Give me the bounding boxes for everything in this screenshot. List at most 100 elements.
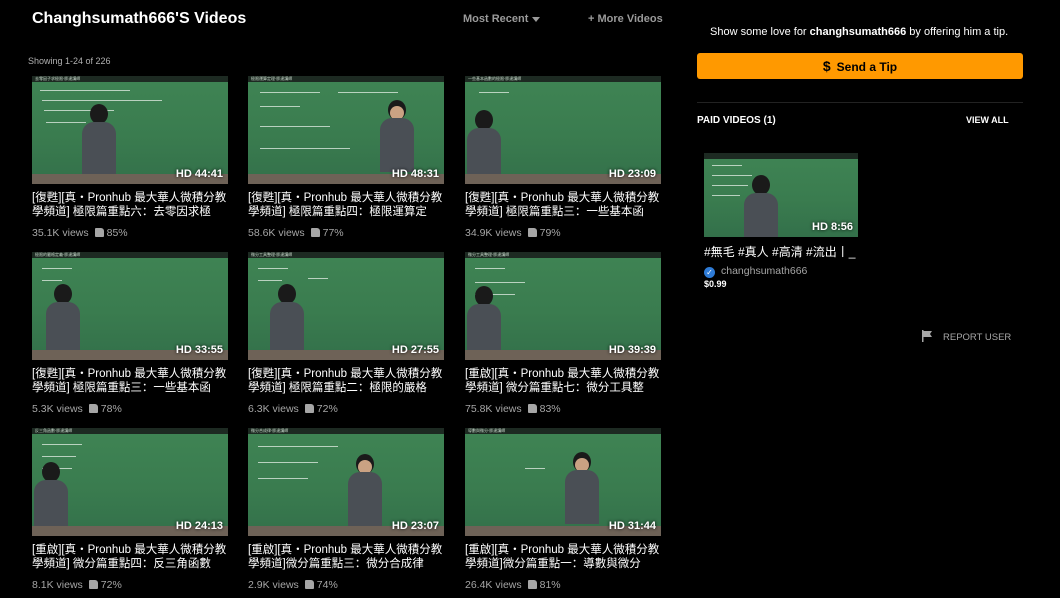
thumb-caption: 一些基本函數的極限‧胖達講師 (468, 76, 522, 81)
paid-username: changhsumath666 (721, 265, 808, 277)
thumbs-up-icon (304, 404, 314, 413)
send-tip-button[interactable]: $ Send a Tip (697, 53, 1023, 79)
chalk-line (258, 462, 318, 463)
video-thumbnail[interactable]: 一些基本函數的極限‧胖達講師 HD 23:09 (465, 76, 661, 184)
video-thumbnail[interactable]: 去零因子求極限‧胖達講師 HD 44:41 (32, 76, 228, 184)
rating: 72% (316, 403, 338, 415)
video-duration: HD 44:41 (175, 168, 223, 180)
paid-video-thumbnail[interactable]: HD 8:56 (704, 153, 858, 237)
video-duration: HD 23:09 (608, 168, 656, 180)
video-title[interactable]: [重啟][真・Pronhub 最大華人微積分教學頻道]微分篇重點一：導數與微分 (465, 543, 665, 571)
view-all-link[interactable]: VIEW ALL (966, 115, 1009, 125)
video-thumbnail[interactable]: 反三角函數‧胖達講師 HD 24:13 (32, 428, 228, 536)
chevron-down-icon (532, 16, 541, 22)
divider (697, 102, 1023, 103)
paid-video-title[interactable]: #無毛 #真人 #高清 #流出丨_ (704, 243, 858, 260)
thumbs-up-icon (527, 228, 537, 237)
video-card[interactable]: 微分合成律‧胖達講師 HD 23:07 [重啟][真・Pronhub 最大華人微… (248, 428, 444, 598)
video-title[interactable]: [重啟][真・Pronhub 最大華人微積分教學頻道]微分篇重點三：微分合成律 (248, 543, 448, 571)
video-card[interactable]: 反三角函數‧胖達講師 HD 24:13 [重啟][真・Pronhub 最大華人微… (32, 428, 228, 598)
paid-video-user[interactable]: ✓ changhsumath666 (704, 265, 807, 278)
video-thumbnail[interactable]: 微分工具整理‧胖達講師 HD 39:39 (465, 252, 661, 360)
thumb-caption: 微分工具整理‧胖達講師 (251, 252, 293, 257)
rating: 72% (100, 579, 122, 591)
video-duration: HD 33:55 (175, 344, 223, 356)
tip-suffix: by offering him a tip. (906, 26, 1009, 38)
chalk-line (260, 106, 300, 107)
thumb-caption: 去零因子求極限‧胖達講師 (35, 76, 81, 81)
teacher-figure (270, 284, 304, 356)
thumb-caption-strip (704, 153, 858, 159)
thumb-caption: 微分合成律‧胖達講師 (251, 428, 289, 433)
view-count: 58.6K views (248, 227, 305, 239)
view-count: 26.4K views (465, 579, 522, 591)
report-user-link[interactable]: REPORT USER (921, 330, 1011, 343)
video-duration: HD 31:44 (608, 520, 656, 532)
video-card[interactable]: 一些基本函數的極限‧胖達講師 HD 23:09 [復甦][真・Pronhub 最… (465, 76, 661, 246)
video-card[interactable]: 微分工具整理‧胖達講師 HD 39:39 [重啟][真・Pronhub 最大華人… (465, 252, 661, 422)
rating: 79% (539, 227, 561, 239)
chalk-line (258, 478, 308, 479)
teacher-figure (467, 286, 501, 358)
video-meta: 34.9K views 79% (465, 227, 561, 239)
view-count: 75.8K views (465, 403, 522, 415)
teacher-figure (348, 454, 382, 526)
thumb-caption: 導數與微分‧胖達講師 (468, 428, 506, 433)
tip-message: Show some love for changhsumath666 by of… (710, 26, 1008, 38)
teacher-figure (380, 100, 414, 172)
video-title[interactable]: [重啟][真・Pronhub 最大華人微積分教學頻道] 微分篇重點七：微分工具整 (465, 367, 665, 395)
video-thumbnail[interactable]: 極限運算定理‧胖達講師 HD 48:31 (248, 76, 444, 184)
more-videos-link[interactable]: + More Videos (588, 13, 663, 25)
chalk-line (338, 92, 398, 93)
chalk-line (46, 122, 86, 123)
video-card[interactable]: 微分工具整理‧胖達講師 HD 27:55 [復甦][真・Pronhub 最大華人… (248, 252, 444, 422)
video-title[interactable]: [復甦][真・Pronhub 最大華人微積分教學頻道] 極限篇重點二：極限的嚴格 (248, 367, 448, 395)
video-thumbnail[interactable]: 微分工具整理‧胖達講師 HD 27:55 (248, 252, 444, 360)
page-title: Changhsumath666'S Videos (32, 10, 247, 27)
video-title[interactable]: [復甦][真・Pronhub 最大華人微積分教學頻道] 極限篇重點三：一些基本函 (32, 367, 232, 395)
video-title[interactable]: [重啟][真・Pronhub 最大華人微積分教學頻道] 微分篇重點四：反三角函數 (32, 543, 232, 571)
video-title[interactable]: [復甦][真・Pronhub 最大華人微積分教學頻道] 極限篇重點三：一些基本函 (465, 191, 665, 219)
teacher-figure (46, 284, 80, 356)
video-meta: 5.3K views 78% (32, 403, 122, 415)
paid-videos-heading: PAID VIDEOS (1) (697, 115, 776, 126)
video-card[interactable]: 去零因子求極限‧胖達講師 HD 44:41 [復甦][真・Pronhub 最大華… (32, 76, 228, 246)
paid-video-price: $0.99 (704, 279, 727, 289)
view-count: 35.1K views (32, 227, 89, 239)
video-card[interactable]: 導數與微分‧胖達講師 HD 31:44 [重啟][真・Pronhub 最大華人微… (465, 428, 661, 598)
tip-prefix: Show some love for (710, 26, 810, 38)
teacher-figure (34, 462, 68, 534)
teacher-figure (565, 452, 599, 524)
chalk-line (42, 268, 72, 269)
video-card[interactable]: 極限運算定理‧胖達講師 HD 48:31 [復甦][真・Pronhub 最大華人… (248, 76, 444, 246)
video-card[interactable]: 極限的嚴格定義‧胖達講師 HD 33:55 [復甦][真・Pronhub 最大華… (32, 252, 228, 422)
chalk-line (42, 444, 82, 445)
video-duration: HD 24:13 (175, 520, 223, 532)
dollar-icon: $ (822, 58, 831, 74)
tip-username[interactable]: changhsumath666 (810, 26, 907, 38)
chalk-line (42, 456, 76, 457)
thumb-caption: 極限運算定理‧胖達講師 (251, 76, 293, 81)
chalk-line (42, 280, 62, 281)
chalk-line (258, 268, 288, 269)
video-duration: HD 8:56 (812, 221, 853, 233)
thumbs-up-icon (527, 404, 537, 413)
chalk-line (258, 280, 282, 281)
thumb-caption: 極限的嚴格定義‧胖達講師 (35, 252, 81, 257)
video-thumbnail[interactable]: 極限的嚴格定義‧胖達講師 HD 33:55 (32, 252, 228, 360)
thumbs-up-icon (310, 228, 320, 237)
video-thumbnail[interactable]: 導數與微分‧胖達講師 HD 31:44 (465, 428, 661, 536)
chalk-line (712, 185, 748, 186)
showing-count: Showing 1-24 of 226 (28, 56, 111, 66)
video-title[interactable]: [復甦][真・Pronhub 最大華人微積分教學頻道] 極限篇重點四：極限運算定 (248, 191, 448, 219)
video-duration: HD 27:55 (391, 344, 439, 356)
chalk-line (475, 268, 505, 269)
video-meta: 6.3K views 72% (248, 403, 338, 415)
sort-dropdown[interactable]: Most Recent (463, 13, 541, 25)
chalk-line (712, 165, 742, 166)
video-thumbnail[interactable]: 微分合成律‧胖達講師 HD 23:07 (248, 428, 444, 536)
teacher-figure (467, 110, 501, 182)
video-title[interactable]: [復甦][真・Pronhub 最大華人微積分教學頻道] 極限篇重點六：去零因求極 (32, 191, 232, 219)
thumb-caption: 反三角函數‧胖達講師 (35, 428, 73, 433)
rating: 83% (539, 403, 561, 415)
